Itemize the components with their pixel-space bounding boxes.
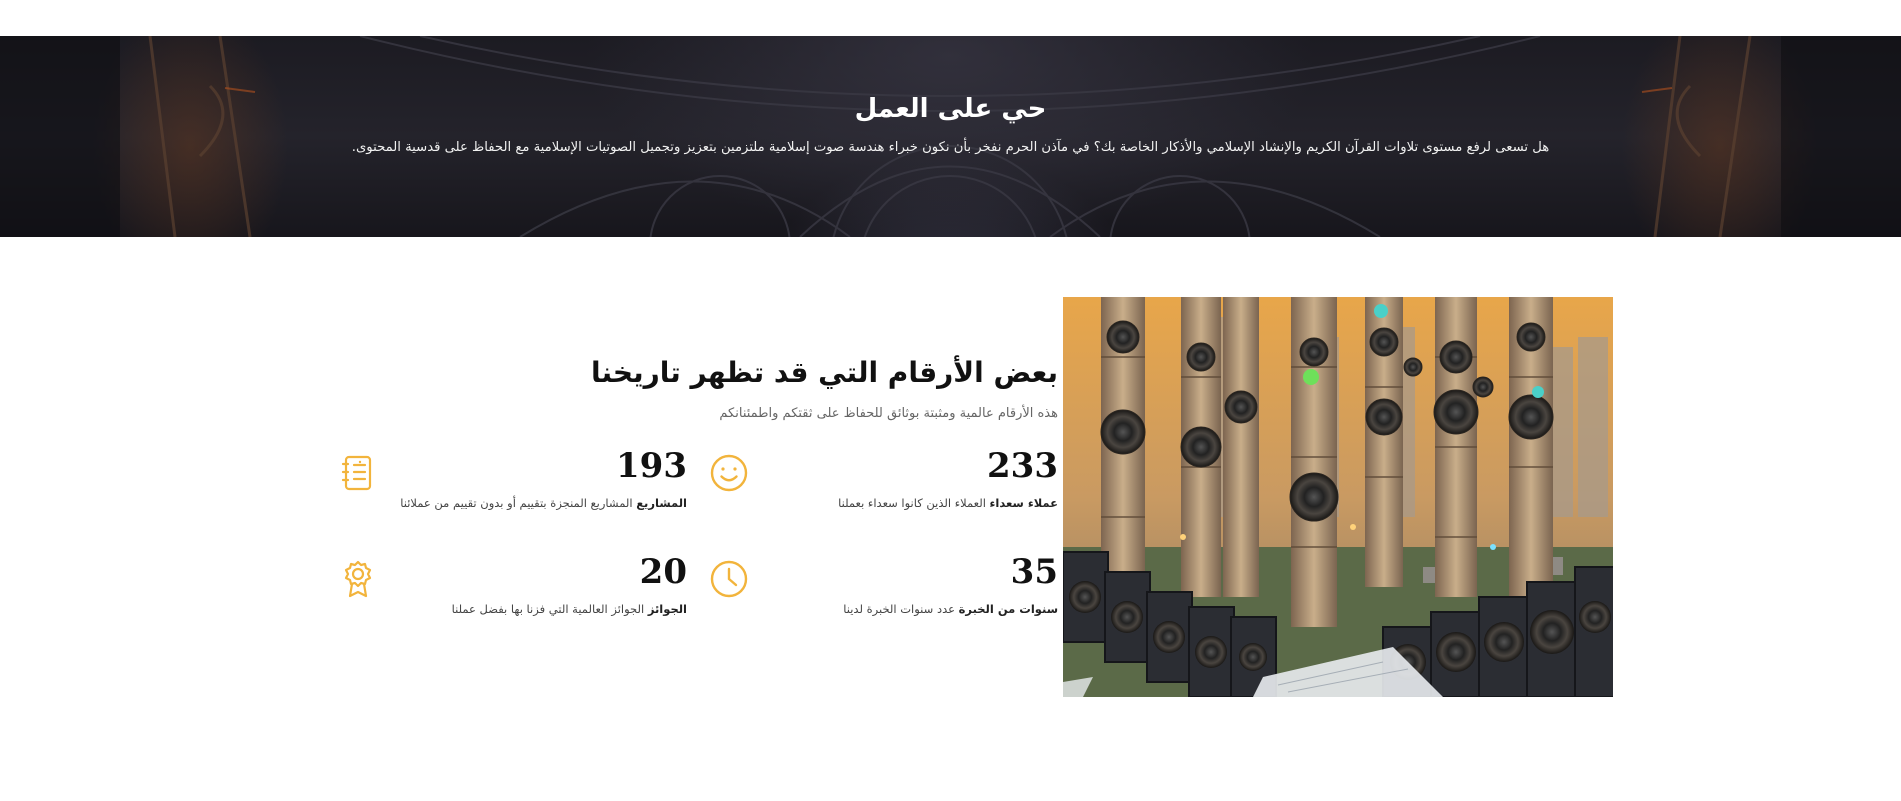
stat-projects: 193 المشاريع المشاريع المنجزة بتقييم أو … bbox=[357, 446, 687, 516]
stats-section-title: بعض الأرقام التي قد تظهر تاريخنا bbox=[590, 356, 1058, 389]
minarets-speakers-image bbox=[1063, 297, 1613, 697]
cta-banner: حي على العمل هل تسعى لرفع مستوى تلاوات ا… bbox=[0, 36, 1901, 237]
stats-section-subtitle: هذه الأرقام عالمية ومثبتة بوثائق للحفاظ … bbox=[719, 406, 1058, 421]
cta-description: هل تسعى لرفع مستوى تلاوات القرآن الكريم … bbox=[351, 140, 1550, 155]
banner-background-pattern bbox=[0, 36, 1901, 237]
stat-awards: 20 الجوائز الجوائز العالمية التي فزنا به… bbox=[357, 552, 687, 622]
clipboard-list-icon bbox=[338, 453, 378, 493]
stat-happy-clients: 233 عملاء سعداء العملاء الذين كانوا سعدا… bbox=[728, 446, 1058, 516]
stat-years-experience: 35 سنوات من الخبرة عدد سنوات الخبرة لدين… bbox=[728, 552, 1058, 622]
stat-number: 35 bbox=[1010, 552, 1058, 592]
stat-number: 233 bbox=[987, 446, 1058, 486]
cta-title: حي على العمل bbox=[854, 94, 1047, 124]
stat-description: عملاء سعداء العملاء الذين كانوا سعداء بع… bbox=[838, 496, 1058, 510]
smiley-icon bbox=[709, 453, 749, 493]
stat-number: 193 bbox=[616, 446, 687, 486]
award-badge-icon bbox=[338, 559, 378, 599]
stat-description: سنوات من الخبرة عدد سنوات الخبرة لدينا bbox=[843, 602, 1058, 616]
stat-number: 20 bbox=[639, 552, 687, 592]
clock-icon bbox=[709, 559, 749, 599]
stat-description: الجوائز الجوائز العالمية التي فزنا بها ب… bbox=[451, 602, 687, 616]
stat-description: المشاريع المشاريع المنجزة بتقييم أو بدون… bbox=[400, 496, 687, 510]
